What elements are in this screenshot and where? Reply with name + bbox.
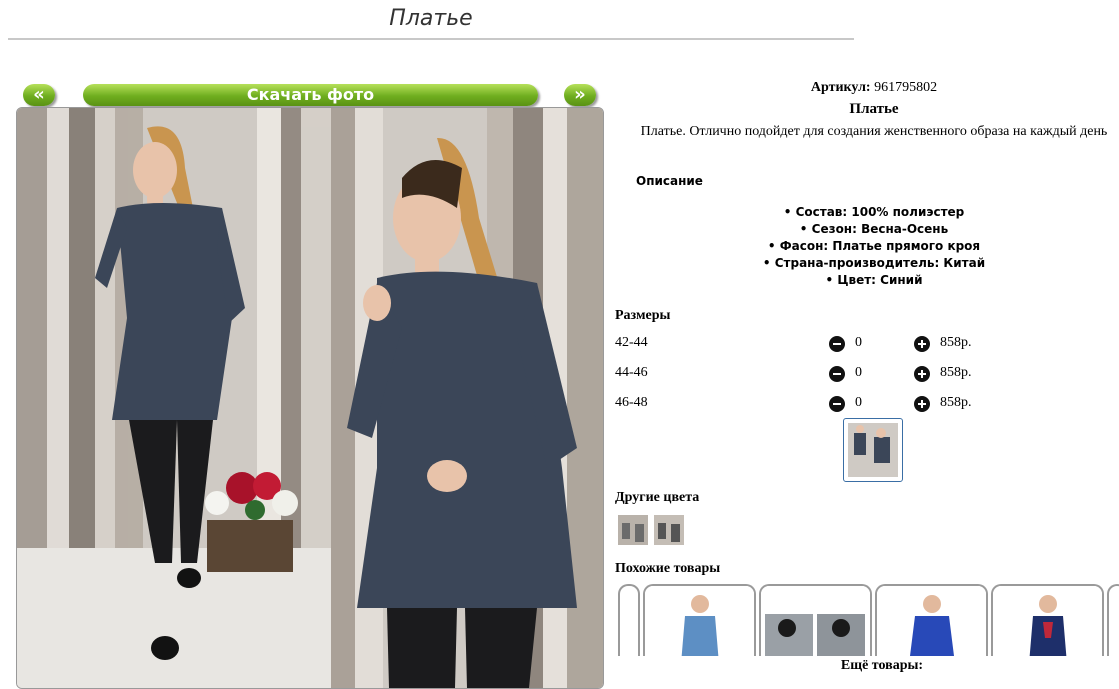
size-quantity: 0 — [855, 365, 862, 380]
article-label: Артикул: — [810, 80, 871, 95]
minus-icon[interactable] — [829, 366, 845, 382]
description-list: • Состав: 100% полиэстер • Сезон: Весна-… — [612, 204, 1119, 289]
download-photo-button[interactable]: Скачать фото — [83, 84, 538, 106]
page-title: Платье — [8, 6, 854, 40]
selected-photo-thumbnail[interactable] — [843, 418, 903, 482]
more-products-link[interactable]: Ещё товары: — [612, 656, 1119, 680]
size-row: 44-46 0 858р. — [615, 365, 1015, 385]
article-line: Артикул: 961795802 — [612, 80, 1119, 96]
prev-photo-button[interactable]: « — [23, 84, 55, 106]
other-color-thumbnail[interactable] — [618, 515, 648, 545]
similar-product-card[interactable] — [1107, 584, 1119, 664]
size-name: 46-48 — [615, 395, 648, 410]
product-photo[interactable] — [16, 107, 604, 689]
description-item-country: • Страна-производитель: Китай — [762, 256, 986, 270]
article-value: 961795802 — [874, 80, 938, 95]
plus-icon[interactable] — [914, 366, 930, 382]
size-quantity: 0 — [855, 335, 862, 350]
description-heading: Описание — [636, 174, 703, 188]
plus-icon[interactable] — [914, 336, 930, 352]
plus-icon[interactable] — [914, 396, 930, 412]
other-color-thumbnail[interactable] — [654, 515, 684, 545]
size-price: 858р. — [940, 365, 972, 380]
description-item-season: • Сезон: Весна-Осень — [799, 222, 949, 236]
product-description: Платье. Отлично подойдет для создания же… — [640, 124, 1108, 139]
size-row: 42-44 0 858р. — [615, 335, 1015, 355]
other-colors-heading: Другие цвета — [615, 490, 700, 505]
size-row: 46-48 0 858р. — [615, 395, 1015, 415]
similar-product-card[interactable] — [643, 584, 756, 664]
product-name: Платье — [849, 101, 899, 117]
similar-product-card[interactable] — [991, 584, 1104, 664]
next-photo-button[interactable]: » — [564, 84, 596, 106]
size-name: 42-44 — [615, 335, 648, 350]
description-item-style: • Фасон: Платье прямого кроя — [767, 239, 981, 253]
size-price: 858р. — [940, 335, 972, 350]
similar-heading: Похожие товары — [615, 561, 721, 576]
similar-product-card[interactable] — [875, 584, 988, 664]
similar-product-card[interactable] — [759, 584, 872, 664]
description-item-composition: • Состав: 100% полиэстер — [783, 205, 965, 219]
description-item-color: • Цвет: Синий — [825, 273, 923, 287]
size-price: 858р. — [940, 395, 972, 410]
minus-icon[interactable] — [829, 396, 845, 412]
size-quantity: 0 — [855, 395, 862, 410]
sizes-heading: Размеры — [615, 308, 671, 323]
size-name: 44-46 — [615, 365, 648, 380]
similar-product-card[interactable] — [618, 584, 640, 664]
minus-icon[interactable] — [829, 336, 845, 352]
